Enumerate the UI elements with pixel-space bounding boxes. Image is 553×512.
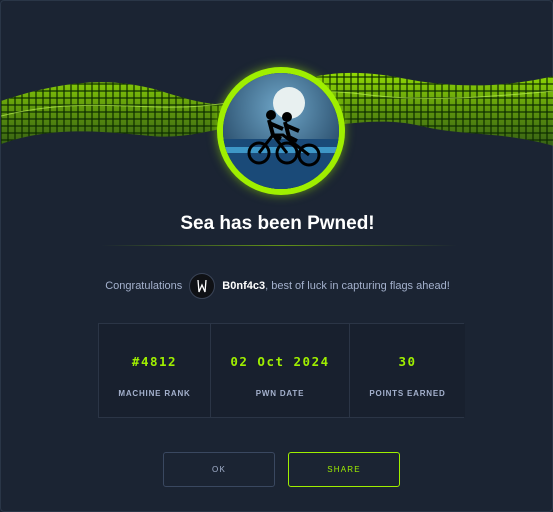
stat-pwn-date: 02 Oct 2024 PWN DATE <box>211 324 350 417</box>
user-avatar <box>189 273 216 299</box>
user-avatar-icon <box>197 279 207 293</box>
machine-rank-label: MACHINE RANK <box>118 389 191 398</box>
pwn-date-value: 02 Oct 2024 <box>230 354 330 369</box>
stats-panel: #4812 MACHINE RANK 02 Oct 2024 PWN DATE … <box>98 323 465 418</box>
congrats-prefix: Congratulations <box>105 280 183 292</box>
points-earned-label: POINTS EARNED <box>369 389 446 398</box>
machine-avatar <box>223 73 339 189</box>
stat-machine-rank: #4812 MACHINE RANK <box>99 324 211 417</box>
pwn-date-label: PWN DATE <box>255 389 305 398</box>
machine-avatar-ring <box>217 67 345 195</box>
machine-rank-value: #4812 <box>131 354 178 369</box>
points-earned-value: 30 <box>398 354 417 369</box>
title-divider <box>101 245 457 246</box>
cyclists-icon <box>223 73 339 189</box>
username[interactable]: B0nf4c3 <box>222 280 265 292</box>
congrats-message: Congratulations B0nf4c3 , best of luck i… <box>1 271 553 301</box>
pwned-modal: Sea has been Pwned! Congratulations B0nf… <box>0 0 553 512</box>
stat-points-earned: 30 POINTS EARNED <box>350 324 465 417</box>
modal-title: Sea has been Pwned! <box>180 213 375 234</box>
congrats-suffix: , best of luck in capturing flags ahead! <box>265 280 450 292</box>
ok-button[interactable]: OK <box>163 452 275 487</box>
share-button[interactable]: SHARE <box>288 452 400 487</box>
